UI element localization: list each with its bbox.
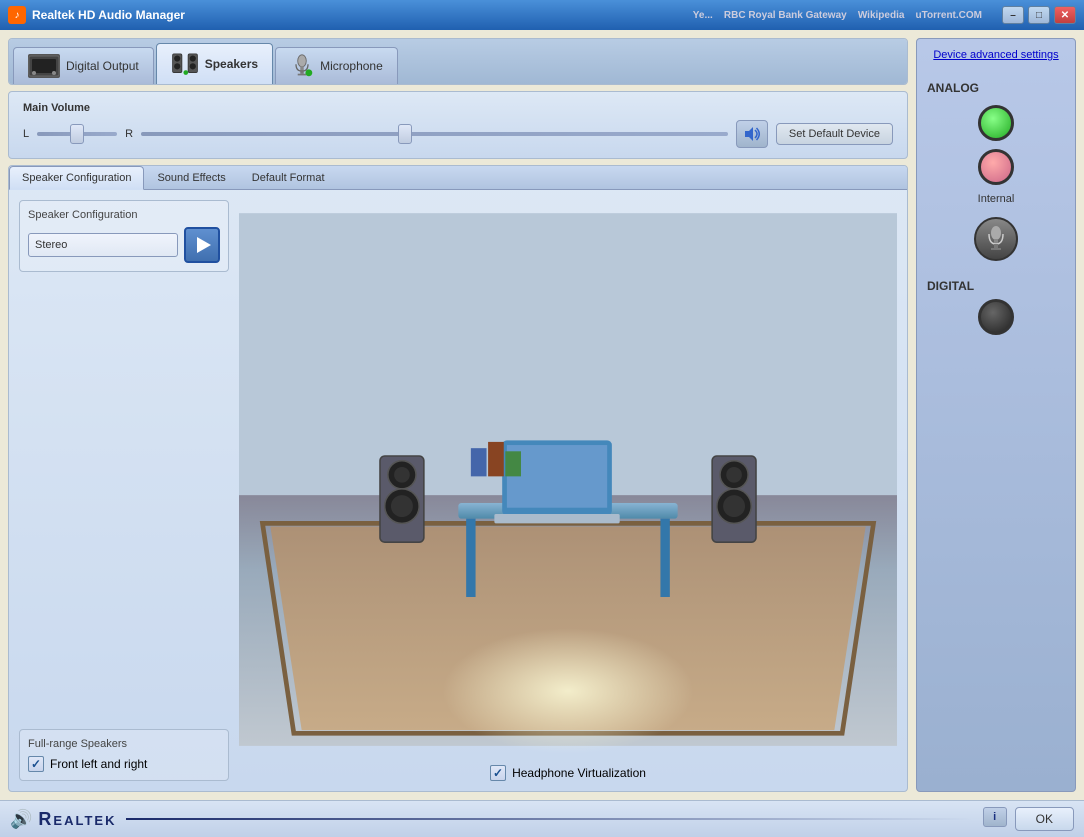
inner-tabs-header: Speaker Configuration Sound Effects Defa… (9, 166, 907, 190)
checkmark-icon: ✓ (31, 757, 41, 771)
headphone-virtualization-row: ✓ Headphone Virtualization (490, 765, 646, 781)
volume-label: Main Volume (23, 102, 893, 114)
front-left-right-label: Front left and right (50, 757, 147, 771)
config-row: Stereo Quadraphonic 5.1 Surround 7.1 Sur… (28, 227, 220, 263)
bottom-bar: 🔊 Realtek i OK (0, 800, 1084, 837)
titlebar-controls: – □ ✕ (1002, 6, 1076, 24)
realtek-icon: 🔊 (10, 809, 32, 830)
tab-microphone-label: Microphone (320, 59, 383, 73)
mic-connector[interactable] (974, 217, 1018, 261)
volume-row: L R Set Default Device (23, 120, 893, 148)
green-connector[interactable] (978, 105, 1014, 141)
realtek-line (126, 818, 972, 820)
right-label: R (125, 128, 133, 140)
config-left-panel: Speaker Configuration Stereo Quadraphoni… (19, 200, 229, 781)
play-icon (197, 237, 211, 253)
headphone-virtualization-label: Headphone Virtualization (512, 766, 646, 780)
headphone-checkmark-icon: ✓ (493, 766, 503, 780)
speaker-config-dropdown[interactable]: Stereo Quadraphonic 5.1 Surround 7.1 Sur… (28, 233, 178, 257)
tabs-header: Digital Output (9, 39, 907, 84)
restore-button[interactable]: □ (1028, 6, 1050, 24)
tab-speaker-configuration[interactable]: Speaker Configuration (9, 166, 144, 190)
set-default-button[interactable]: Set Default Device (776, 123, 893, 145)
tab-microphone[interactable]: Microphone (275, 47, 398, 84)
tab-default-format[interactable]: Default Format (239, 166, 338, 189)
mute-button[interactable] (736, 120, 768, 148)
inner-tabs-section: Speaker Configuration Sound Effects Defa… (8, 165, 908, 792)
main-container: Digital Output (0, 30, 1084, 800)
headphone-virtualization-checkbox[interactable]: ✓ (490, 765, 506, 781)
front-left-right-checkbox[interactable]: ✓ (28, 756, 44, 772)
balance-thumb[interactable] (70, 124, 84, 144)
info-button[interactable]: i (983, 807, 1007, 827)
speaker-config-label: Speaker Configuration (28, 209, 220, 221)
inner-tab-content: Speaker Configuration Stereo Quadraphoni… (9, 190, 907, 791)
tab-digital-output[interactable]: Digital Output (13, 47, 154, 84)
main-volume-section: Main Volume L R Set Default Devi (8, 91, 908, 159)
device-advanced-settings-link[interactable]: Device advanced settings (933, 49, 1058, 61)
play-button[interactable] (184, 227, 220, 263)
right-panel: Device advanced settings ANALOG Internal… (916, 38, 1076, 792)
bottom-actions: i OK (983, 807, 1074, 831)
internal-label: Internal (978, 193, 1015, 205)
room-scene-svg (239, 200, 897, 759)
close-button[interactable]: ✕ (1054, 6, 1076, 24)
digital-connector[interactable] (978, 299, 1014, 335)
left-panel: Digital Output (8, 38, 908, 792)
titlebar-title: Realtek HD Audio Manager (32, 8, 693, 22)
analog-section-label: ANALOG (927, 81, 979, 95)
realtek-logo: 🔊 Realtek (10, 809, 116, 830)
speaker-config-group: Speaker Configuration Stereo Quadraphoni… (19, 200, 229, 272)
realtek-text: Realtek (38, 809, 116, 830)
left-label: L (23, 128, 29, 140)
tabs-container: Digital Output (8, 38, 908, 85)
taskbar-strip-items: Ye... RBC Royal Bank Gateway Wikipedia u… (693, 10, 982, 21)
minimize-button[interactable]: – (1002, 6, 1024, 24)
ok-button[interactable]: OK (1015, 807, 1074, 831)
tab-digital-output-label: Digital Output (66, 59, 139, 73)
front-left-right-row: ✓ Front left and right (28, 756, 220, 772)
volume-slider[interactable] (141, 132, 728, 136)
pink-connector[interactable] (978, 149, 1014, 185)
full-range-label: Full-range Speakers (28, 738, 220, 750)
volume-thumb[interactable] (398, 124, 412, 144)
microphone-icon (290, 54, 314, 78)
digital-section-label: DIGITAL (927, 279, 974, 293)
digital-output-icon (28, 54, 60, 78)
speaker-visualization: ✓ Headphone Virtualization (239, 200, 897, 781)
tab-speakers[interactable]: Speakers (156, 43, 273, 84)
spacer (19, 282, 229, 719)
tab-sound-effects[interactable]: Sound Effects (144, 166, 238, 189)
full-range-group: Full-range Speakers ✓ Front left and rig… (19, 729, 229, 781)
speakers-icon (171, 50, 199, 78)
balance-slider[interactable] (37, 132, 117, 136)
titlebar: ♪ Realtek HD Audio Manager Ye... RBC Roy… (0, 0, 1084, 30)
app-icon: ♪ (8, 6, 26, 24)
tab-speakers-label: Speakers (205, 57, 258, 71)
mic-connector-wrapper (974, 217, 1018, 261)
